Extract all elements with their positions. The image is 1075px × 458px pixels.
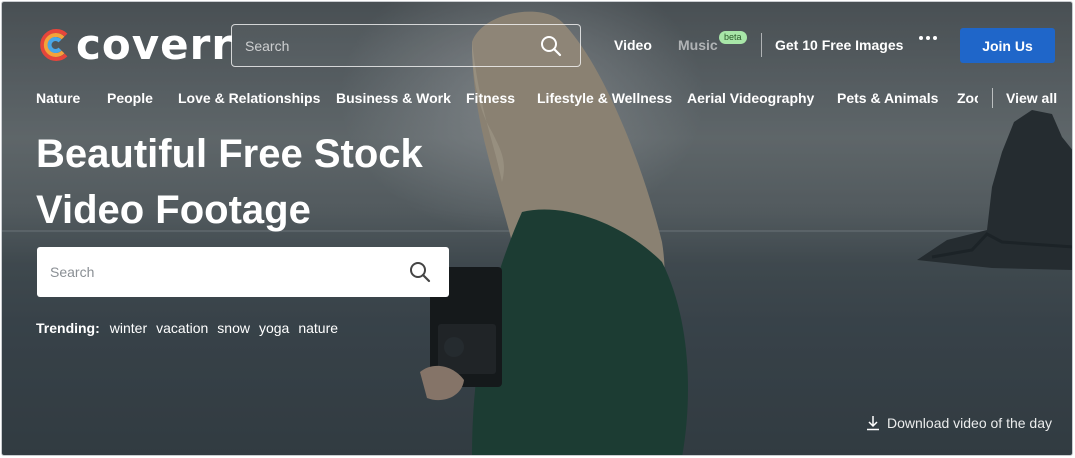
hero-title-line-2: Video Footage (36, 188, 311, 232)
trending-tag-yoga[interactable]: yoga (259, 320, 289, 336)
trending-tags: Trending: winter vacation snow yoga natu… (36, 320, 347, 336)
nav-video[interactable]: Video (614, 37, 652, 53)
trending-tag-winter[interactable]: winter (110, 320, 147, 336)
category-lifestyle-wellness[interactable]: Lifestyle & Wellness (537, 90, 672, 106)
coverr-homepage: coverr Video Music beta Get 10 Free Imag… (1, 1, 1073, 456)
download-video-of-the-day-link[interactable]: Download video of the day (865, 415, 1052, 431)
download-label: Download video of the day (887, 415, 1052, 431)
logo-wordmark: coverr (76, 20, 234, 69)
category-zoo[interactable]: Zoo (957, 90, 978, 106)
category-nav: Nature People Love & Relationships Busin… (36, 90, 978, 110)
category-pets-animals[interactable]: Pets & Animals (837, 90, 938, 106)
nav-divider (761, 33, 762, 57)
search-icon[interactable] (409, 261, 431, 283)
category-aerial-videography[interactable]: Aerial Videography (687, 90, 814, 106)
nav-music[interactable]: Music (678, 37, 718, 53)
category-love-relationships[interactable]: Love & Relationships (178, 90, 320, 106)
category-people[interactable]: People (107, 90, 153, 106)
trending-tag-snow[interactable]: snow (217, 320, 250, 336)
category-business-work[interactable]: Business & Work (336, 90, 451, 106)
header-search-input[interactable] (245, 37, 525, 54)
header-search-box (231, 24, 581, 67)
hero-title: Beautiful Free Stock Video Footage (36, 126, 466, 238)
music-beta-badge: beta (719, 31, 747, 44)
coverr-logo[interactable]: coverr (36, 24, 233, 66)
category-fitness[interactable]: Fitness (466, 90, 515, 106)
hero-search-input[interactable] (50, 264, 390, 280)
hero-title-line-1: Beautiful Free Stock (36, 132, 423, 176)
search-icon[interactable] (540, 35, 562, 57)
rainbow-logo-icon (40, 29, 68, 61)
join-button[interactable]: Join Us (960, 28, 1055, 63)
download-icon (867, 416, 879, 431)
more-menu-icon[interactable] (919, 36, 937, 40)
trending-tag-vacation[interactable]: vacation (156, 320, 208, 336)
nav-free-images[interactable]: Get 10 Free Images (775, 37, 903, 53)
trending-label: Trending: (36, 320, 100, 336)
hero-search-box (37, 247, 449, 297)
trending-tag-nature[interactable]: nature (298, 320, 338, 336)
view-all-categories-link[interactable]: View all (1006, 90, 1057, 106)
category-nature[interactable]: Nature (36, 90, 80, 106)
category-divider (992, 88, 993, 108)
